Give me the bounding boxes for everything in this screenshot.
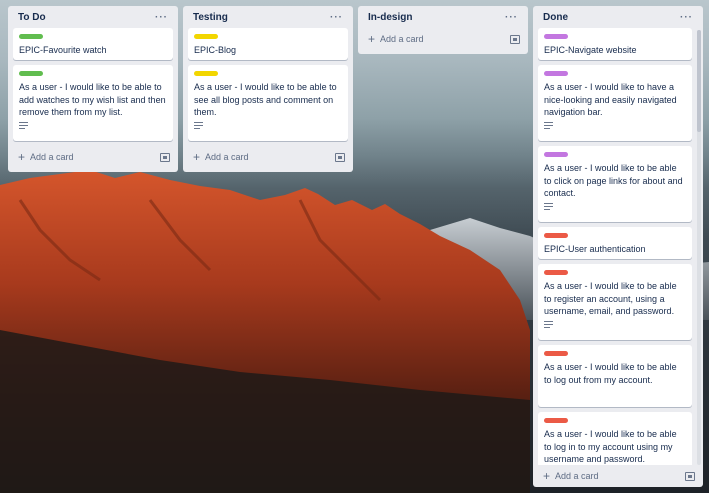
list-title[interactable]: Testing (193, 12, 228, 23)
card-template-icon[interactable] (160, 152, 170, 162)
add-card-label: Add a card (380, 34, 424, 44)
card-title: EPIC-Blog (194, 45, 237, 55)
add-card-label: Add a card (205, 152, 249, 162)
card[interactable]: As a user - I would like to be able to l… (538, 412, 692, 465)
plus-icon: + (193, 150, 201, 164)
card-title: EPIC-User authentication (544, 244, 646, 254)
list-header: Testing ··· (183, 6, 353, 28)
card[interactable]: As a user - I would like to have a nice-… (538, 65, 692, 141)
label-yellow (194, 34, 218, 39)
add-card-button[interactable]: + Add a card (18, 151, 74, 163)
card[interactable]: EPIC-Favourite watch (13, 28, 173, 60)
card-template-icon[interactable] (335, 152, 345, 162)
add-card-button[interactable]: + Add a card (543, 470, 599, 482)
card-title: EPIC-Navigate website (544, 45, 637, 55)
add-card-label: Add a card (30, 152, 74, 162)
card-title: As a user - I would like to be able to a… (19, 82, 166, 117)
plus-icon: + (368, 32, 376, 46)
label-red (544, 351, 568, 356)
label-red (544, 233, 568, 238)
list-testing: Testing ··· EPIC-Blog As a user - I woul… (183, 6, 353, 172)
add-card-row: + Add a card (183, 146, 353, 168)
list-title[interactable]: In-design (368, 12, 412, 23)
card-list[interactable]: EPIC-Navigate website As a user - I woul… (533, 28, 697, 465)
ellipsis-icon[interactable]: ··· (330, 12, 343, 23)
card[interactable]: EPIC-User authentication (538, 227, 692, 259)
scrollbar-thumb[interactable] (697, 30, 701, 132)
list-done: Done ··· EPIC-Navigate website As a user… (533, 6, 703, 487)
ellipsis-icon[interactable]: ··· (155, 12, 168, 23)
description-lines-icon (194, 121, 203, 129)
card[interactable]: As a user - I would like to be able to c… (538, 146, 692, 222)
add-card-row: + Add a card (358, 28, 528, 50)
list-title[interactable]: To Do (18, 12, 46, 23)
add-card-label: Add a card (555, 471, 599, 481)
card-template-icon[interactable] (510, 34, 520, 44)
description-lines-icon (544, 121, 553, 129)
card-title: As a user - I would like to be able to c… (544, 163, 683, 198)
description-lines-icon (19, 121, 28, 129)
card[interactable]: As a user - I would like to be able to a… (13, 65, 173, 141)
label-red (544, 418, 568, 423)
list-header: In-design ··· (358, 6, 528, 28)
label-red (544, 270, 568, 275)
card-title: As a user - I would like to be able to r… (544, 281, 677, 316)
list-title[interactable]: Done (543, 12, 568, 23)
card-title: As a user - I would like to be able to s… (194, 82, 337, 117)
plus-icon: + (18, 150, 26, 164)
card[interactable]: EPIC-Navigate website (538, 28, 692, 60)
add-card-row: + Add a card (8, 146, 178, 168)
description-lines-icon (544, 202, 553, 210)
description-lines-icon (544, 320, 553, 328)
card-title: As a user - I would like to have a nice-… (544, 82, 677, 117)
card-title: As a user - I would like to be able to l… (544, 429, 677, 464)
card[interactable]: EPIC-Blog (188, 28, 348, 60)
card[interactable]: As a user - I would like to be able to r… (538, 264, 692, 340)
card-title: EPIC-Favourite watch (19, 45, 107, 55)
list-to-do: To Do ··· EPIC-Favourite watch As a user… (8, 6, 178, 172)
card-title: As a user - I would like to be able to l… (544, 362, 677, 385)
add-card-button[interactable]: + Add a card (368, 33, 424, 45)
card[interactable]: As a user - I would like to be able to s… (188, 65, 348, 141)
list-header: To Do ··· (8, 6, 178, 28)
ellipsis-icon[interactable]: ··· (680, 12, 693, 23)
label-green (19, 71, 43, 76)
ellipsis-icon[interactable]: ··· (505, 12, 518, 23)
label-purple (544, 152, 568, 157)
card[interactable]: As a user - I would like to be able to l… (538, 345, 692, 407)
list-header: Done ··· (533, 6, 703, 28)
add-card-row: + Add a card (533, 465, 703, 487)
card-template-icon[interactable] (685, 471, 695, 481)
plus-icon: + (543, 469, 551, 483)
label-green (19, 34, 43, 39)
label-purple (544, 34, 568, 39)
add-card-button[interactable]: + Add a card (193, 151, 249, 163)
label-purple (544, 71, 568, 76)
scrollbar[interactable] (697, 30, 701, 465)
label-yellow (194, 71, 218, 76)
list-in-design: In-design ··· + Add a card (358, 6, 528, 54)
